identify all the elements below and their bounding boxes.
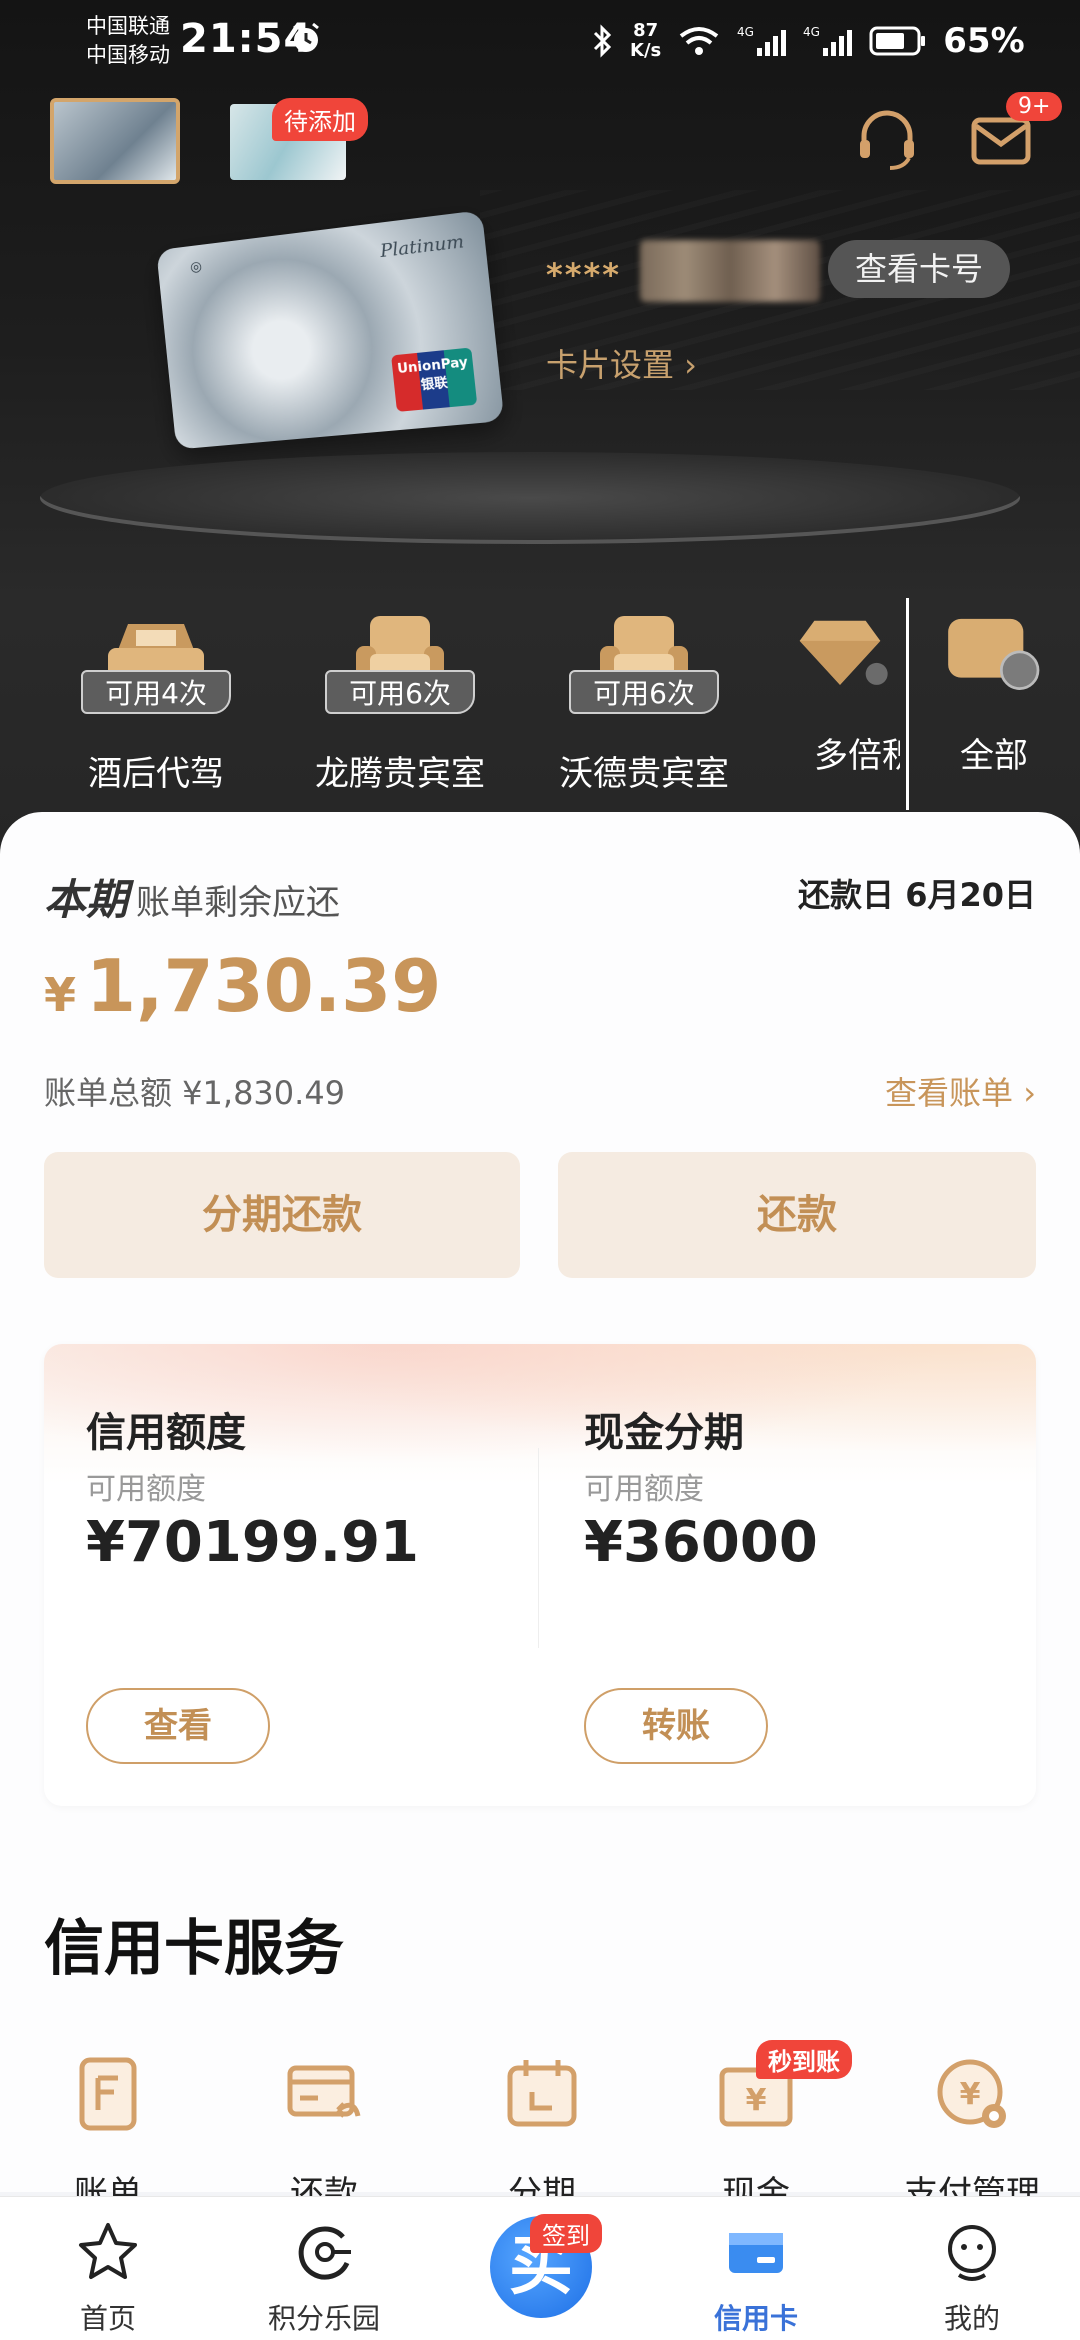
perk-chip: 可用6次	[569, 670, 719, 714]
tab-label: 积分乐园	[267, 2302, 380, 2335]
card-number-blurred	[640, 240, 820, 302]
bank-logo: ◎	[189, 258, 203, 276]
perks-scroll-divider	[906, 598, 909, 810]
card-pedestal	[40, 452, 1020, 544]
unionpay-logo: UnionPay 银联	[391, 347, 478, 412]
wifi-icon	[680, 27, 719, 55]
bill-header: 本期 账单剩余应还	[44, 866, 340, 927]
instant-arrival-badge: 秒到账	[756, 2040, 852, 2079]
signal-4g-icon-2: 4G	[803, 25, 853, 56]
amount-value: 1,730.39	[86, 944, 442, 1028]
signal-4g-icon-1: 4G	[737, 25, 787, 56]
perk-chip: 可用4次	[81, 670, 231, 714]
diamond-icon	[799, 620, 888, 685]
installment-repay-button[interactable]: 分期还款	[44, 1152, 520, 1278]
status-icons: 87 K/s 4G 4G 65%	[590, 18, 1025, 64]
headset-icon[interactable]	[852, 104, 922, 174]
tab-label: 首页	[79, 2302, 136, 2335]
profile-face-icon	[948, 2225, 996, 2281]
alarm-icon	[293, 22, 319, 52]
message-count-badge: 9+	[1006, 92, 1063, 121]
perk-wode-lounge[interactable]: 可用6次 沃德贵宾室	[544, 600, 744, 795]
credit-card-icon	[729, 2233, 783, 2273]
carrier-1: 中国联通	[86, 14, 170, 38]
svg-text:¥: ¥	[960, 2077, 981, 2112]
perk-all[interactable]: 全部	[914, 600, 1074, 777]
bill-period: 本期	[44, 875, 129, 924]
perk-label: 龙腾贵宾室	[315, 754, 485, 794]
perk-label: 全部	[960, 736, 1028, 776]
calendar-icon	[507, 2060, 577, 2127]
tab-label: 信用卡	[713, 2302, 798, 2335]
service-bill[interactable]: 账单	[18, 2054, 198, 2215]
card-tier: Platinum	[379, 230, 466, 263]
view-credit-button[interactable]: 查看	[86, 1688, 270, 1764]
due-date: 还款日 6月20日	[798, 876, 1036, 914]
svg-text:¥: ¥	[746, 2083, 767, 2118]
service-repay[interactable]: 还款	[234, 2054, 414, 2215]
view-card-number-button[interactable]: 查看卡号	[828, 240, 1010, 298]
signin-badge: 签到	[530, 2214, 602, 2253]
carrier-names: 中国联通 中国移动	[86, 12, 170, 70]
bill-amount: ¥1,730.39	[44, 944, 441, 1028]
service-payment-management[interactable]: ¥ 支付管理	[882, 2054, 1062, 2215]
card-settings-link[interactable]: 卡片设置 ›	[546, 340, 697, 386]
tab-mine[interactable]: 我的	[872, 2197, 1072, 2337]
transfer-button[interactable]: 转账	[584, 1688, 768, 1764]
service-installment[interactable]: 分期	[452, 2054, 632, 2215]
card-thumbnail-selected[interactable]	[50, 98, 180, 184]
credit-limit-sub: 可用额度	[86, 1472, 206, 1507]
tab-label: 我的	[943, 2302, 1000, 2335]
credit-limit-value: ¥70199.91	[86, 1510, 419, 1575]
view-bill-link[interactable]: 查看账单 ›	[885, 1068, 1036, 1114]
tab-credit-card[interactable]: 信用卡	[656, 2197, 856, 2337]
perk-label: 沃德贵宾室	[559, 754, 729, 794]
perk-longteng-lounge[interactable]: 可用6次 龙腾贵宾室	[300, 600, 500, 795]
tab-points[interactable]: 积分乐园	[224, 2197, 424, 2337]
net-speed-value: 87	[633, 20, 659, 41]
perk-designated-driver[interactable]: 可用4次 酒后代驾	[56, 600, 256, 795]
svg-text:4G: 4G	[737, 25, 754, 39]
currency-symbol: ¥	[44, 968, 77, 1022]
bluetooth-icon	[593, 24, 612, 58]
perk-multi-points[interactable]: 多倍积	[780, 600, 900, 777]
points-icon	[298, 2226, 351, 2280]
grid-icon	[948, 618, 1040, 690]
services-title: 信用卡服务	[44, 1914, 344, 1984]
perk-label: 酒后代驾	[88, 754, 224, 794]
bill-total: 账单总额 ¥1,830.49	[44, 1074, 346, 1112]
battery-icon	[869, 26, 926, 56]
status-bar: 中国联通 中国移动 21:54 87 K/s 4G 4G 65%	[0, 0, 1080, 84]
battery-percent: 65%	[943, 21, 1025, 61]
cash-installment-title: 现金分期	[584, 1410, 744, 1456]
bill-doc-icon	[79, 2057, 137, 2131]
perk-label: 多倍积	[814, 736, 900, 776]
carrier-2: 中国移动	[86, 43, 170, 67]
pending-badge: 待添加	[272, 98, 368, 141]
perk-chip: 可用6次	[325, 670, 475, 714]
repay-card-icon	[287, 2065, 361, 2118]
svg-text:4G: 4G	[803, 25, 820, 39]
perks-row: 可用4次 酒后代驾 可用6次 龙腾贵宾室 可用6次 沃德贵宾室 多倍积 全部	[0, 600, 1080, 800]
cash-installment-value: ¥36000	[584, 1510, 818, 1575]
star-icon	[79, 2223, 137, 2279]
cash-installment-sub: 可用额度	[584, 1472, 704, 1507]
net-speed: 87 K/s	[630, 21, 661, 61]
tab-home[interactable]: 首页	[8, 2197, 208, 2337]
credit-panel: 信用额度 可用额度 ¥70199.91 查看 现金分期 可用额度 ¥36000 …	[44, 1344, 1036, 1806]
repay-button[interactable]: 还款	[558, 1152, 1036, 1278]
net-speed-unit: K/s	[630, 40, 662, 61]
payment-settings-icon: ¥	[937, 2059, 1006, 2128]
bill-remaining-label: 账单剩余应还	[136, 883, 341, 923]
card-number-masked: ****	[546, 256, 621, 294]
credit-limit-title: 信用额度	[86, 1410, 246, 1456]
panel-divider	[538, 1448, 539, 1648]
bank-card-image[interactable]: ◎ Platinum UnionPay 银联	[156, 210, 505, 450]
